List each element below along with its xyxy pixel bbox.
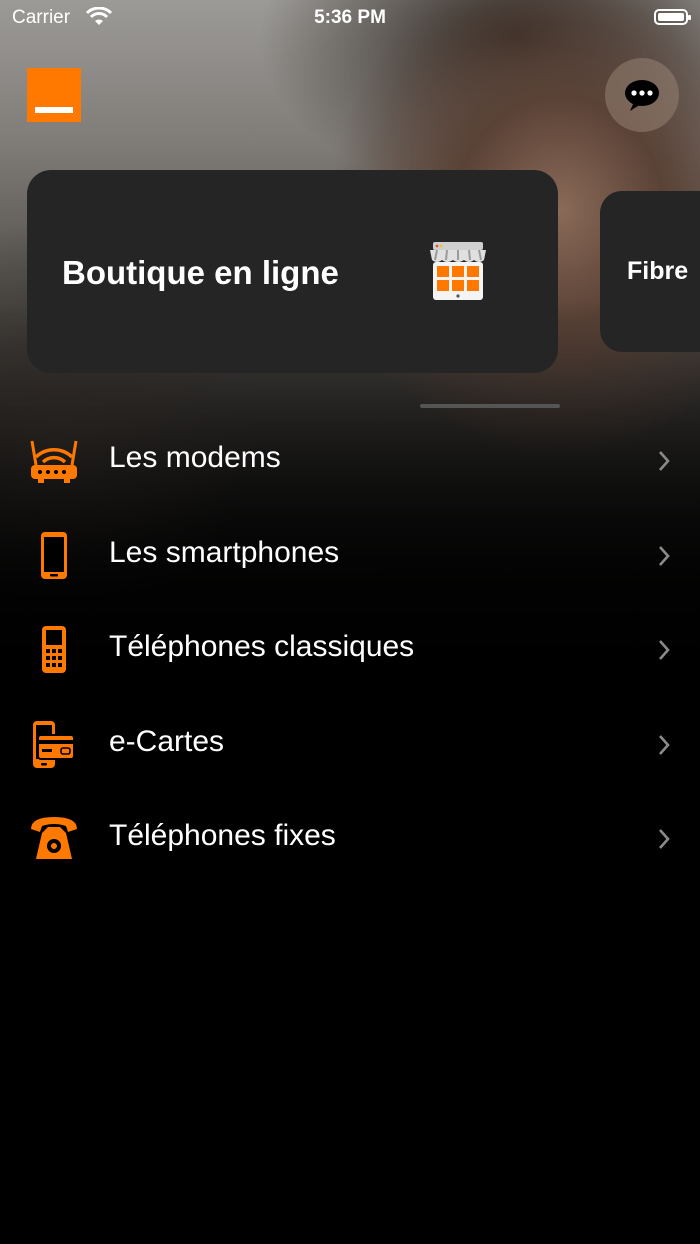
chevron-right-icon [659, 640, 670, 660]
card-fibre[interactable]: Fibre [600, 191, 700, 352]
list-item-label: Téléphones classiques [109, 630, 415, 663]
feature-phone-icon [42, 626, 66, 673]
modem-icon [30, 440, 78, 483]
e-card-icon [33, 720, 75, 768]
list-item-label: Les modems [109, 441, 281, 474]
smartphone-icon [41, 531, 67, 579]
list-item-telephones-classiques[interactable]: Téléphones classiques [0, 602, 700, 697]
category-list: Les modems Les smartphones Téléphones cl… [0, 413, 700, 886]
card-title: Boutique en ligne [62, 254, 339, 291]
list-item-smartphones[interactable]: Les smartphones [0, 508, 700, 603]
clock: 5:36 PM [314, 7, 386, 28]
landline-phone-icon [31, 817, 77, 859]
chat-button[interactable] [605, 58, 679, 132]
list-item-label: e-Cartes [109, 724, 225, 758]
chat-bubble-icon [625, 80, 659, 111]
list-item-modems[interactable]: Les modems [0, 413, 700, 508]
orange-logo[interactable] [27, 68, 81, 122]
storefront-icon [430, 242, 486, 300]
card-boutique-en-ligne[interactable]: Boutique en ligne [27, 170, 558, 373]
chevron-right-icon [659, 545, 670, 566]
list-item-e-cartes[interactable]: e-Cartes [0, 697, 700, 792]
chevron-right-icon [659, 451, 670, 471]
chevron-right-icon [659, 829, 670, 849]
card-title: Fibre [627, 257, 689, 285]
category-carousel[interactable]: Boutique en ligne Fibre [0, 170, 700, 375]
list-item-telephones-fixes[interactable]: Téléphones fixes [0, 791, 700, 886]
list-item-label: Téléphones fixes [109, 819, 336, 852]
chevron-right-icon [659, 734, 670, 755]
battery-icon [654, 9, 691, 25]
carousel-scroll-indicator [420, 404, 560, 408]
list-item-label: Les smartphones [109, 535, 340, 569]
status-bar: Carrier 5:36 PM [0, 0, 700, 40]
